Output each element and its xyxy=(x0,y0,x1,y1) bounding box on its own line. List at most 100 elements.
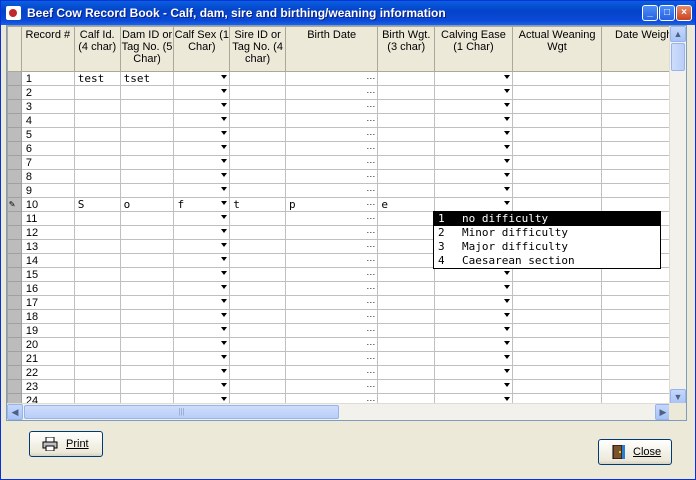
cell-calf-id[interactable] xyxy=(73,169,121,184)
row-selector[interactable] xyxy=(7,295,22,310)
title-bar[interactable]: Beef Cow Record Book - Calf, dam, sire a… xyxy=(1,1,695,25)
cell-ease[interactable] xyxy=(434,85,513,100)
row-selector[interactable] xyxy=(7,281,22,296)
cell-birth-wgt[interactable] xyxy=(377,71,436,86)
record-number-cell[interactable]: 7 xyxy=(20,155,75,170)
cell-dam-id[interactable] xyxy=(119,323,175,338)
cell-calf-id[interactable] xyxy=(73,141,121,156)
cell-birth-date[interactable]: ··· xyxy=(284,71,379,86)
vertical-scrollbar[interactable]: ▲ ▼ xyxy=(669,26,686,405)
cell-weaning[interactable] xyxy=(511,127,603,142)
ellipsis-icon[interactable]: ··· xyxy=(366,129,375,141)
ellipsis-icon[interactable]: ··· xyxy=(366,227,375,239)
cell-calf-id[interactable] xyxy=(73,155,121,170)
col-header-calf-sex[interactable]: Calf Sex (1 Char) xyxy=(173,26,231,72)
dropdown-option[interactable]: 2 Minor difficulty xyxy=(434,226,660,240)
chevron-down-icon[interactable] xyxy=(503,131,510,135)
cell-calf-id[interactable] xyxy=(73,281,121,296)
cell-birth-wgt[interactable] xyxy=(377,379,436,394)
cell-weaning[interactable] xyxy=(511,267,603,282)
cell-sex[interactable] xyxy=(173,365,231,380)
cell-sex[interactable] xyxy=(173,253,231,268)
cell-dam-id[interactable]: tset xyxy=(119,71,175,86)
row-selector[interactable] xyxy=(7,113,22,128)
cell-birth-date[interactable]: ··· xyxy=(284,155,379,170)
cell-birth-date[interactable]: ··· xyxy=(284,267,379,282)
cell-sire[interactable] xyxy=(229,309,286,324)
cell-weaning[interactable] xyxy=(511,351,603,366)
cell-dam-id[interactable] xyxy=(119,141,175,156)
ellipsis-icon[interactable]: ··· xyxy=(366,381,375,393)
record-number-cell[interactable]: 15 xyxy=(20,267,75,282)
cell-dam-id[interactable]: o xyxy=(119,197,175,212)
record-number-cell[interactable]: 8 xyxy=(20,169,75,184)
cell-dam-id[interactable] xyxy=(119,127,175,142)
record-number-cell[interactable]: 23 xyxy=(20,379,75,394)
row-selector[interactable] xyxy=(7,141,22,156)
record-number-cell[interactable]: 13 xyxy=(20,239,75,254)
cell-birth-wgt[interactable] xyxy=(377,337,436,352)
calving-ease-dropdown-list[interactable]: 1 no difficulty 2 Minor difficulty 3 Major … xyxy=(433,211,661,269)
cell-birth-wgt[interactable] xyxy=(377,295,436,310)
chevron-down-icon[interactable] xyxy=(221,383,228,387)
row-selector[interactable] xyxy=(7,183,22,198)
ellipsis-icon[interactable]: ··· xyxy=(366,199,375,211)
cell-ease[interactable] xyxy=(434,197,513,212)
table-row[interactable]: 1 test tset ··· xyxy=(7,71,686,86)
cell-weaning[interactable] xyxy=(511,71,603,86)
cell-ease[interactable] xyxy=(434,155,513,170)
record-number-cell[interactable]: 17 xyxy=(20,295,75,310)
cell-dam-id[interactable] xyxy=(119,169,175,184)
row-selector[interactable] xyxy=(7,365,22,380)
cell-birth-date[interactable]: ··· xyxy=(284,113,379,128)
table-row[interactable]: 23 ··· xyxy=(7,379,686,394)
ellipsis-icon[interactable]: ··· xyxy=(366,367,375,379)
cell-birth-wgt[interactable] xyxy=(377,211,436,226)
cell-sex[interactable] xyxy=(173,225,231,240)
chevron-down-icon[interactable] xyxy=(503,89,510,93)
chevron-down-icon[interactable] xyxy=(221,355,228,359)
scroll-left-button[interactable]: ◀ xyxy=(7,404,23,420)
cell-birth-date[interactable]: ··· xyxy=(284,323,379,338)
cell-sire[interactable] xyxy=(229,337,286,352)
chevron-down-icon[interactable] xyxy=(503,285,510,289)
chevron-down-icon[interactable] xyxy=(221,187,228,191)
record-number-cell[interactable]: 1 xyxy=(20,71,75,86)
cell-calf-id[interactable] xyxy=(73,225,121,240)
cell-sire[interactable] xyxy=(229,127,286,142)
cell-birth-wgt[interactable]: e xyxy=(377,197,436,212)
cell-ease[interactable] xyxy=(434,71,513,86)
table-row[interactable]: ✎ 10 So f t p ··· e xyxy=(7,197,686,212)
ellipsis-icon[interactable]: ··· xyxy=(366,185,375,197)
cell-birth-date[interactable]: ··· xyxy=(284,169,379,184)
cell-birth-wgt[interactable] xyxy=(377,113,436,128)
cell-sire[interactable] xyxy=(229,85,286,100)
chevron-down-icon[interactable] xyxy=(503,355,510,359)
row-selector[interactable] xyxy=(7,155,22,170)
cell-birth-date[interactable]: ··· xyxy=(284,337,379,352)
cell-weaning[interactable] xyxy=(511,183,603,198)
cell-sex[interactable] xyxy=(173,113,231,128)
cell-dam-id[interactable] xyxy=(119,365,175,380)
cell-birth-wgt[interactable] xyxy=(377,127,436,142)
col-header-calving-ease[interactable]: Calving Ease (1 Char) xyxy=(434,26,513,72)
record-number-cell[interactable]: 21 xyxy=(20,351,75,366)
cell-calf-id[interactable] xyxy=(73,295,121,310)
row-selector[interactable] xyxy=(7,99,22,114)
chevron-down-icon[interactable] xyxy=(221,397,228,401)
cell-birth-wgt[interactable] xyxy=(377,351,436,366)
chevron-down-icon[interactable] xyxy=(503,271,510,275)
cell-sex[interactable] xyxy=(173,211,231,226)
chevron-down-icon[interactable] xyxy=(503,299,510,303)
table-row[interactable]: 16 ··· xyxy=(7,281,686,296)
row-selector[interactable] xyxy=(7,323,22,338)
cell-weaning[interactable] xyxy=(511,281,603,296)
cell-sex[interactable] xyxy=(173,169,231,184)
cell-sire[interactable] xyxy=(229,141,286,156)
chevron-down-icon[interactable] xyxy=(503,313,510,317)
cell-birth-date[interactable]: ··· xyxy=(284,379,379,394)
chevron-down-icon[interactable] xyxy=(503,103,510,107)
chevron-down-icon[interactable] xyxy=(503,201,510,205)
table-row[interactable]: 3 ··· xyxy=(7,99,686,114)
cell-weaning[interactable] xyxy=(511,197,603,212)
